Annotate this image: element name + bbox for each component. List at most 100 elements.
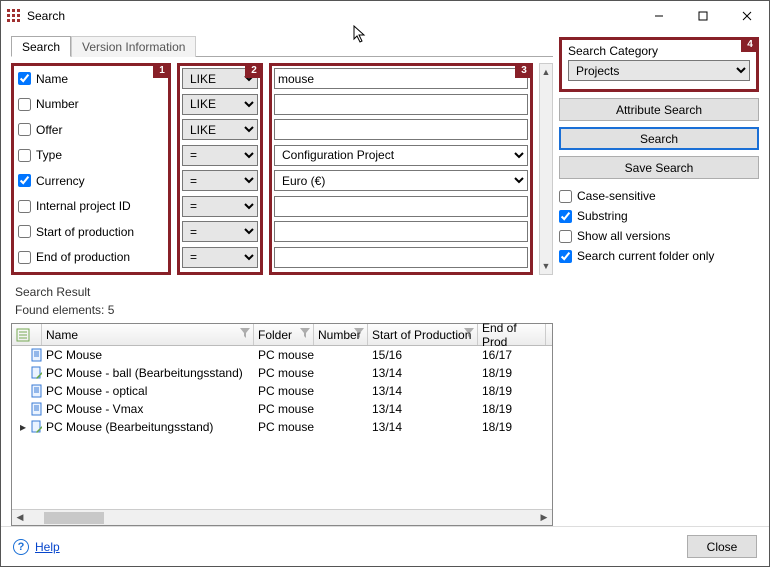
option-label: Show all versions — [577, 229, 670, 243]
minimize-button[interactable] — [637, 1, 681, 31]
option-checkbox[interactable] — [559, 190, 572, 203]
result-grid: Name Folder Number Start of Production E… — [11, 323, 553, 526]
column-name[interactable]: Name — [42, 324, 254, 345]
criteria-value-input[interactable] — [274, 247, 528, 268]
criteria-field: Start of production — [14, 219, 168, 245]
filter-icon[interactable] — [464, 328, 474, 338]
criteria-checkbox[interactable] — [18, 225, 31, 238]
criteria-operator-select[interactable]: LIKE — [182, 119, 258, 140]
cell-name: PC Mouse — [42, 348, 254, 362]
table-row[interactable]: PC Mouse - opticalPC mouse13/1418/19 — [12, 382, 552, 400]
cell-end-of-production: 18/19 — [478, 384, 546, 398]
criteria-checkbox[interactable] — [18, 200, 31, 213]
badge-2: 2 — [245, 63, 263, 78]
scroll-right-icon[interactable]: ▶ — [536, 512, 552, 523]
criteria-value-input[interactable] — [274, 68, 528, 89]
help-icon: ? — [13, 539, 29, 555]
criteria-checkbox[interactable] — [18, 72, 31, 85]
tab-version-information[interactable]: Version Information — [71, 36, 196, 57]
criteria-label: End of production — [36, 250, 130, 264]
criteria-operator-select[interactable]: = — [182, 196, 258, 217]
option-checkbox[interactable] — [559, 210, 572, 223]
criteria-label: Name — [36, 72, 68, 86]
table-row[interactable]: ▸PC Mouse (Bearbeitungsstand)PC mouse13/… — [12, 418, 552, 436]
option-label: Case-sensitive — [577, 189, 656, 203]
close-button[interactable]: Close — [687, 535, 757, 558]
cell-start-of-production: 13/14 — [368, 402, 478, 416]
criteria-value-input[interactable] — [274, 196, 528, 217]
row-indicator-cell: ▸ — [12, 420, 42, 435]
column-icon[interactable] — [12, 324, 42, 345]
result-count: Found elements: 5 — [11, 301, 553, 319]
window-title: Search — [27, 9, 637, 23]
criteria-label: Internal project ID — [36, 199, 131, 213]
scroll-left-icon[interactable]: ◀ — [12, 512, 28, 523]
criteria-checkbox[interactable] — [18, 174, 31, 187]
cell-folder: PC mouse — [254, 348, 314, 362]
cell-folder: PC mouse — [254, 402, 314, 416]
option-checkbox[interactable] — [559, 250, 572, 263]
criteria-operator-select[interactable]: = — [182, 170, 258, 191]
table-row[interactable]: PC Mouse - VmaxPC mouse13/1418/19 — [12, 400, 552, 418]
row-indicator-cell — [12, 348, 42, 363]
cell-end-of-production: 18/19 — [478, 420, 546, 434]
criteria-field: Number — [14, 92, 168, 118]
criteria-operator-select[interactable]: LIKE — [182, 94, 258, 115]
criteria-field: Type — [14, 143, 168, 169]
option-label: Search current folder only — [577, 249, 714, 263]
table-row[interactable]: PC Mouse - ball (Bearbeitungsstand)PC mo… — [12, 364, 552, 382]
criteria-operator-select[interactable]: = — [182, 247, 258, 268]
column-folder[interactable]: Folder — [254, 324, 314, 345]
scroll-up-icon[interactable]: ▲ — [540, 64, 552, 80]
maximize-button[interactable] — [681, 1, 725, 31]
close-window-button[interactable] — [725, 1, 769, 31]
criteria-value-input[interactable] — [274, 94, 528, 115]
option-check: Substring — [559, 209, 759, 223]
scroll-thumb[interactable] — [44, 512, 104, 524]
help-link[interactable]: Help — [35, 540, 60, 554]
tab-search[interactable]: Search — [11, 36, 71, 57]
criteria-checkbox[interactable] — [18, 251, 31, 264]
filter-icon[interactable] — [300, 328, 310, 338]
badge-1: 1 — [153, 63, 171, 78]
save-search-button[interactable]: Save Search — [559, 156, 759, 179]
criteria-value-select[interactable]: Euro (€) — [274, 170, 528, 191]
file-icon — [30, 348, 42, 362]
criteria-label: Number — [36, 97, 79, 111]
search-button[interactable]: Search — [559, 127, 759, 150]
horizontal-scrollbar[interactable]: ◀ ▶ — [12, 509, 552, 525]
column-end-of-production[interactable]: End of Prod — [478, 324, 546, 345]
column-start-of-production[interactable]: Start of Production — [368, 324, 478, 345]
cell-end-of-production: 18/19 — [478, 402, 546, 416]
search-category-select[interactable]: Projects — [568, 60, 750, 81]
criteria-label: Start of production — [36, 225, 134, 239]
column-number[interactable]: Number — [314, 324, 368, 345]
criteria-operator-select[interactable]: = — [182, 145, 258, 166]
criteria-field: Currency — [14, 168, 168, 194]
criteria-value-select[interactable]: Configuration Project — [274, 145, 528, 166]
cell-start-of-production: 13/14 — [368, 366, 478, 380]
result-title: Search Result — [11, 283, 553, 301]
scroll-down-icon[interactable]: ▼ — [540, 258, 552, 274]
badge-4: 4 — [741, 37, 759, 52]
file-icon — [30, 420, 42, 434]
criteria-checkbox[interactable] — [18, 149, 31, 162]
cell-name: PC Mouse - optical — [42, 384, 254, 398]
filter-icon[interactable] — [240, 328, 250, 338]
cell-folder: PC mouse — [254, 420, 314, 434]
criteria-checkbox[interactable] — [18, 98, 31, 111]
filter-icon[interactable] — [354, 328, 364, 338]
criteria-scrollbar[interactable]: ▲ ▼ — [539, 63, 553, 275]
row-indicator-cell — [12, 366, 42, 381]
table-row[interactable]: PC MousePC mouse15/1616/17 — [12, 346, 552, 364]
cell-end-of-production: 16/17 — [478, 348, 546, 362]
criteria-value-input[interactable] — [274, 119, 528, 140]
criteria-field: End of production — [14, 245, 168, 271]
cell-name: PC Mouse - ball (Bearbeitungsstand) — [42, 366, 254, 380]
row-indicator-icon: ▸ — [16, 420, 30, 434]
criteria-operator-select[interactable]: = — [182, 221, 258, 242]
criteria-checkbox[interactable] — [18, 123, 31, 136]
option-checkbox[interactable] — [559, 230, 572, 243]
criteria-value-input[interactable] — [274, 221, 528, 242]
attribute-search-button[interactable]: Attribute Search — [559, 98, 759, 121]
